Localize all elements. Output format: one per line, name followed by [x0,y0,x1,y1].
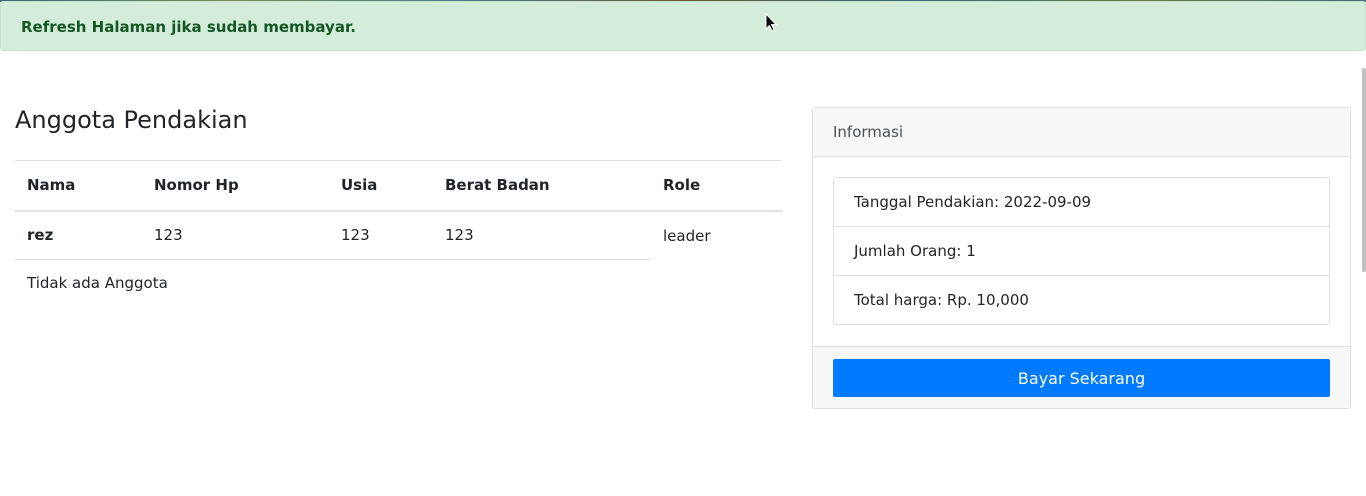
cell-nomor-hp: 123 [142,210,329,260]
table-header-row: Nama Nomor Hp Usia Berat Badan Role [15,160,782,212]
info-item-total-harga: Total harga: Rp. 10,000 [854,291,1029,309]
page-scrollbar[interactable] [1362,68,1366,272]
info-card-footer: Bayar Sekarang [813,346,1350,408]
mouse-cursor-icon [765,13,777,32]
cell-usia: 123 [329,210,433,260]
info-card: Informasi Tanggal Pendakian: 2022-09-09 … [812,107,1351,409]
cell-role: leader [663,226,711,245]
cell-berat-badan: 123 [433,210,651,260]
column-header-role: Role [651,160,782,212]
members-table: Nama Nomor Hp Usia Berat Badan Role rez … [15,160,782,260]
column-header-nama: Nama [15,160,142,212]
info-item-tanggal: Tanggal Pendakian: 2022-09-09 [834,178,1329,227]
pay-now-button[interactable]: Bayar Sekarang [833,359,1330,397]
members-title: Anggota Pendakian [15,106,248,134]
info-list: Tanggal Pendakian: 2022-09-09 Jumlah Ora… [833,177,1330,325]
column-header-usia: Usia [329,160,433,212]
table-row: rez 123 123 123 leader [15,210,782,260]
column-header-nomor-hp: Nomor Hp [142,160,329,212]
payment-alert: Refresh Halaman jika sudah membayar. [0,1,1366,51]
info-card-header: Informasi [813,108,1350,157]
empty-members-text: Tidak ada Anggota [27,274,168,292]
cell-nama: rez [15,210,142,260]
alert-message: Refresh Halaman jika sudah membayar. [21,18,356,36]
column-header-berat-badan: Berat Badan [433,160,651,212]
info-item-jumlah-orang: Jumlah Orang: 1 [834,227,1329,276]
